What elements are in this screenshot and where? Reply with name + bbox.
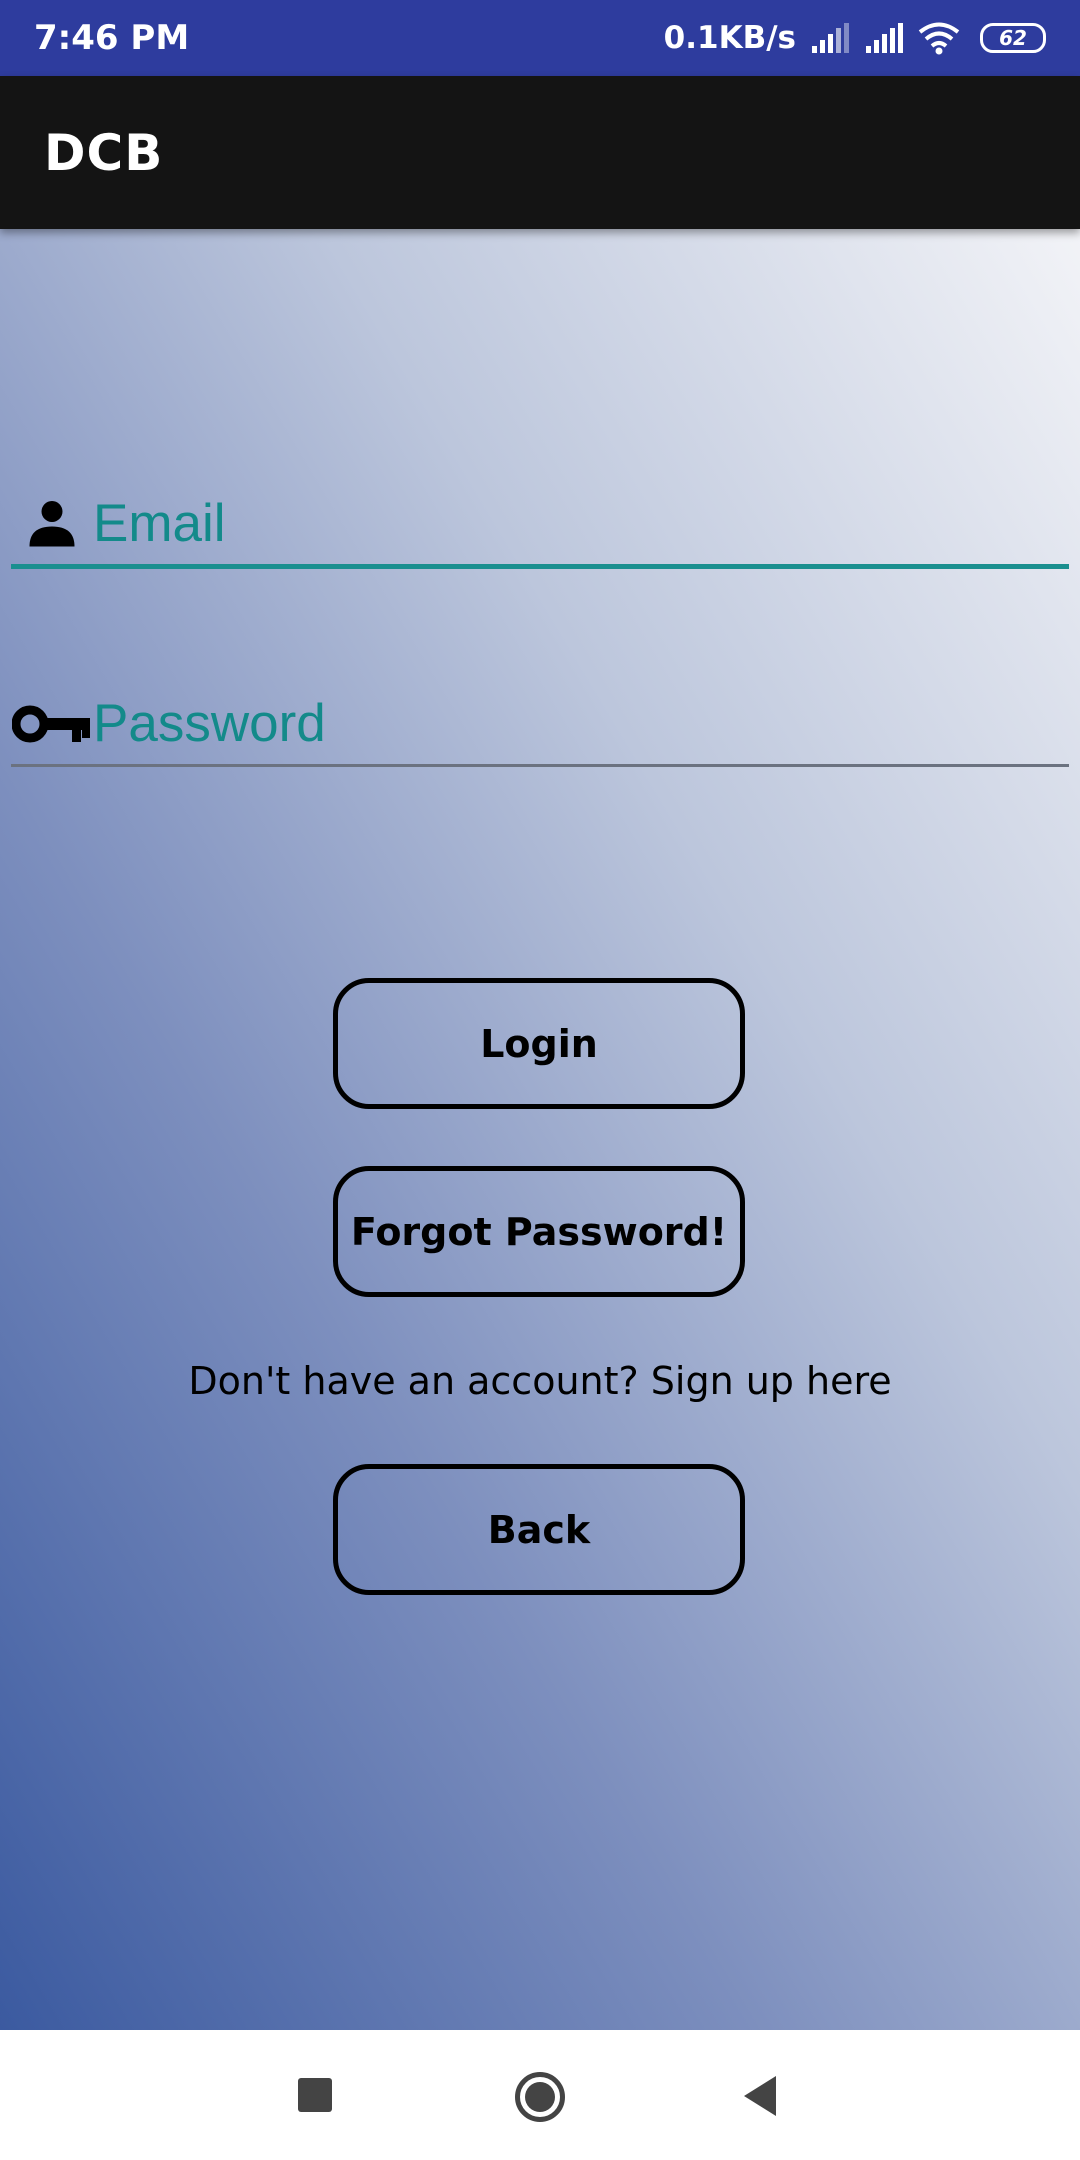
app-bar: DCB — [0, 76, 1080, 229]
email-field[interactable]: Email — [11, 473, 1069, 569]
forgot-password-button[interactable]: Forgot Password! — [333, 1166, 745, 1297]
home-icon[interactable] — [515, 2072, 565, 2122]
recent-apps-icon[interactable] — [298, 2078, 332, 2112]
password-field[interactable]: Password — [11, 671, 1069, 767]
login-content: Email Password Login Forgot Password! Do… — [0, 229, 1080, 2030]
network-speed: 0.1KB/s — [663, 20, 796, 56]
email-placeholder: Email — [93, 494, 226, 553]
signal-icon-2 — [866, 23, 903, 53]
login-button[interactable]: Login — [333, 978, 745, 1109]
battery-icon: 62 — [980, 23, 1046, 53]
password-placeholder: Password — [93, 694, 326, 753]
signal-icon — [812, 23, 849, 53]
signup-link[interactable]: Don't have an account? Sign up here — [0, 1359, 1080, 1403]
wifi-icon — [918, 22, 960, 55]
navigation-bar — [0, 2030, 1080, 2160]
status-bar: 7:46 PM 0.1KB/s 62 — [0, 0, 1080, 76]
key-icon — [11, 684, 93, 764]
back-button[interactable]: Back — [333, 1464, 745, 1595]
screen: 7:46 PM 0.1KB/s 62 DCB Email Password Lo… — [0, 0, 1080, 2160]
battery-level: 62 — [999, 26, 1027, 50]
person-icon — [11, 484, 93, 564]
back-icon[interactable] — [744, 2076, 776, 2116]
status-icons: 0.1KB/s 62 — [664, 20, 1046, 56]
app-title: DCB — [44, 123, 164, 182]
status-time: 7:46 PM — [34, 18, 190, 58]
